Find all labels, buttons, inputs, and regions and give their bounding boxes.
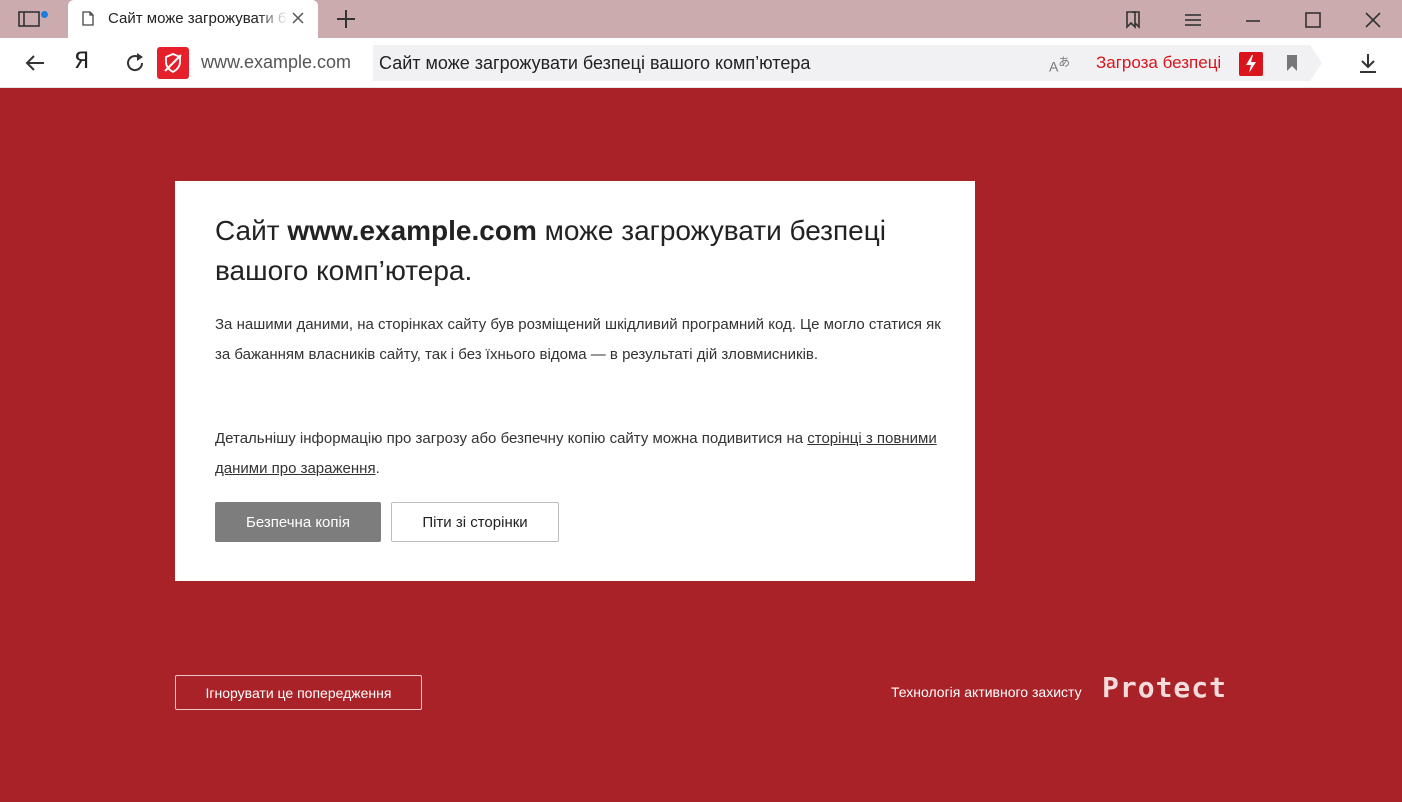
protect-tagline: Технологія активного захисту — [891, 684, 1082, 700]
address-domain[interactable]: www.example.com — [201, 52, 351, 73]
threat-lightning-button[interactable] — [1239, 52, 1263, 76]
reload-icon[interactable] — [123, 51, 147, 75]
minimize-icon — [1246, 20, 1260, 22]
sidebar-icon — [18, 11, 40, 27]
back-arrow-icon[interactable] — [23, 51, 47, 75]
warning-title: Сайт www.example.com може загрожувати бе… — [215, 215, 886, 286]
menu-button[interactable] — [1174, 5, 1210, 33]
page-icon — [82, 11, 94, 26]
tab-title: Сайт може загрожувати безпеці вашого ком… — [108, 10, 288, 27]
minimize-button[interactable] — [1234, 5, 1270, 33]
window-close-button[interactable] — [1354, 5, 1390, 33]
hamburger-menu-icon — [1185, 14, 1201, 26]
protect-logo: Protect — [1102, 671, 1228, 704]
address-toolbar: Я www.example.com Сайт може загрожувати … — [0, 38, 1402, 88]
yandex-logo[interactable]: Я — [74, 49, 89, 74]
close-icon[interactable] — [290, 10, 306, 26]
maximize-icon — [1305, 12, 1321, 28]
site-danger-badge[interactable] — [157, 47, 189, 79]
translate-icon[interactable]: Aあ — [1049, 53, 1070, 75]
bookmark-icon[interactable] — [1285, 54, 1299, 72]
bookmarks-icon — [1126, 11, 1140, 29]
safe-copy-button[interactable]: Безпечна копія — [215, 502, 381, 542]
bookmarks-button[interactable] — [1114, 5, 1150, 33]
maximize-button[interactable] — [1294, 5, 1330, 33]
ignore-warning-button[interactable]: Ігнорувати це попередження — [175, 675, 422, 710]
warning-title-domain: www.example.com — [287, 215, 537, 246]
omnibox-tail — [1310, 45, 1322, 81]
tab-active[interactable]: Сайт може загрожувати безпеці вашого ком… — [68, 0, 318, 38]
notification-dot — [40, 10, 49, 19]
leave-page-button[interactable]: Піти зі сторінки — [391, 502, 559, 542]
threat-label[interactable]: Загроза безпеці — [1096, 53, 1221, 73]
close-icon — [1365, 12, 1381, 28]
shield-blocked-icon — [164, 53, 182, 74]
download-icon[interactable] — [1356, 51, 1380, 75]
lightning-icon — [1246, 55, 1256, 73]
omnibox[interactable]: Сайт може загрожувати безпеці вашого ком… — [373, 45, 1310, 81]
warning-card: Сайт www.example.com може загрожувати бе… — [175, 181, 975, 581]
warning-details: Детальнішу інформацію про загрозу або бе… — [215, 430, 937, 477]
new-tab-plus-icon[interactable] — [334, 7, 358, 31]
tab-strip: Сайт може загрожувати безпеці вашого ком… — [0, 0, 1402, 38]
tabs-sidebar-button[interactable] — [12, 5, 52, 33]
warning-description: За нашими даними, на сторінках сайту був… — [215, 316, 941, 363]
omnibox-page-title: Сайт може загрожувати безпеці вашого ком… — [379, 53, 811, 73]
